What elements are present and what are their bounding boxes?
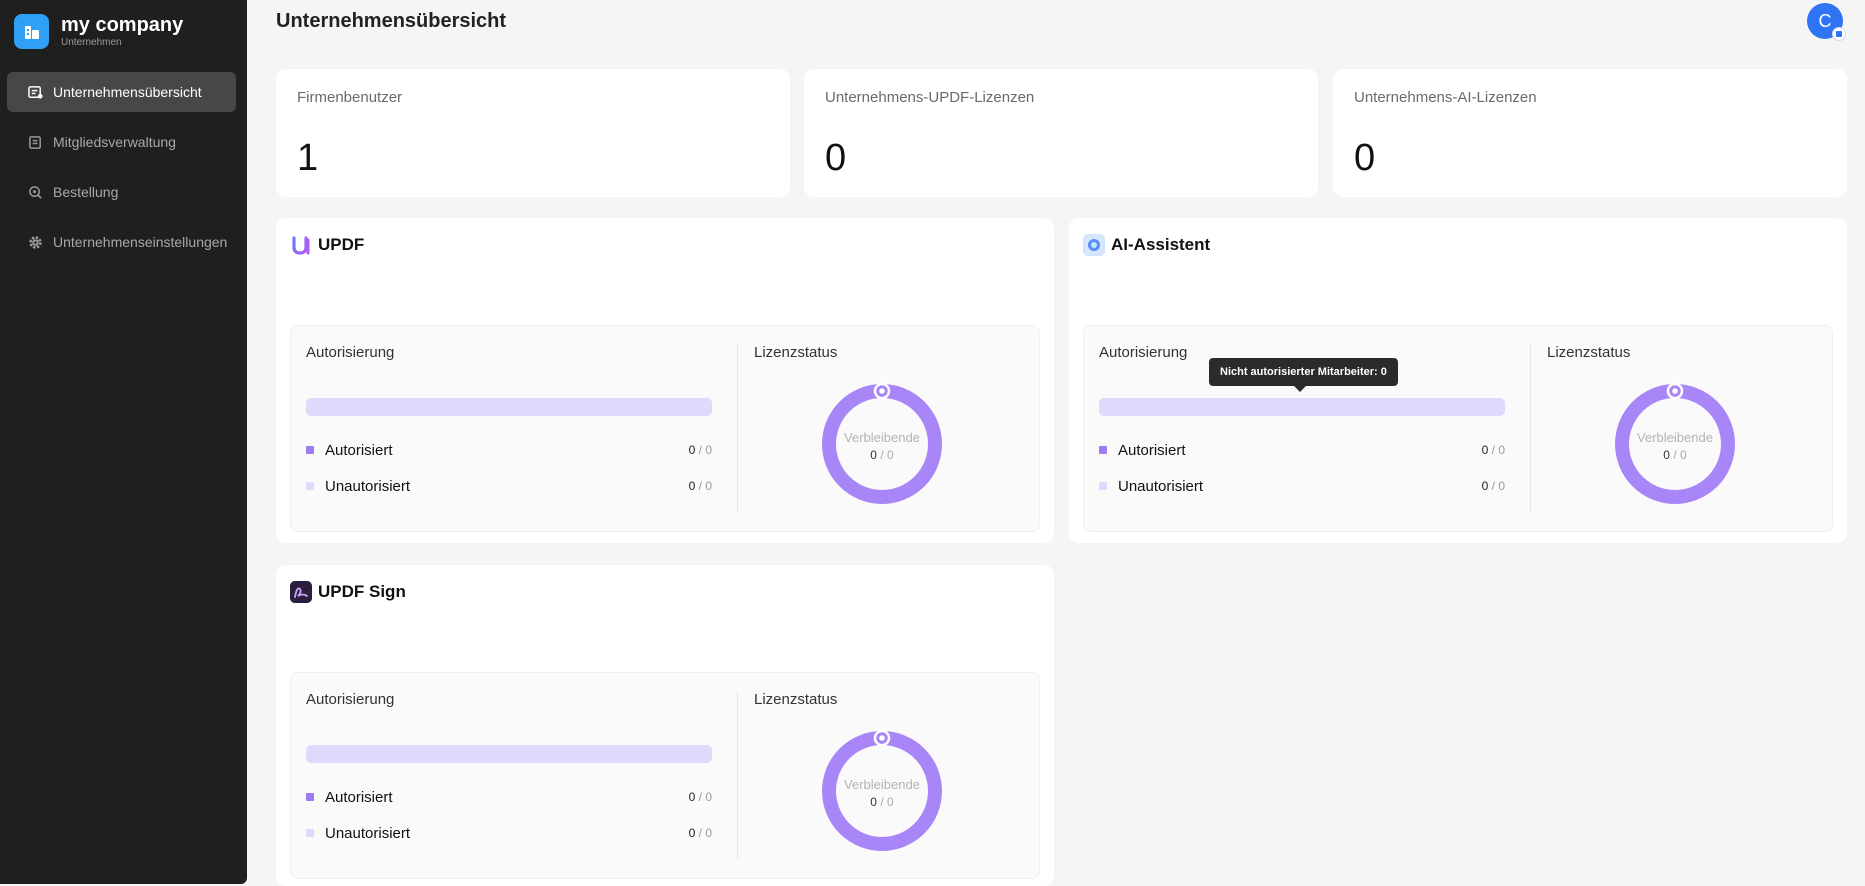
authorization-title: Autorisierung: [306, 344, 395, 361]
members-icon: [27, 134, 43, 150]
sidebar-item-overview[interactable]: Unternehmensübersicht: [7, 72, 236, 112]
sidebar-item-label: Mitgliedsverwaltung: [53, 134, 176, 150]
product-stats-panel: Autorisierung Autorisiert 0 / 0 Unautori…: [290, 672, 1040, 879]
authorization-title: Autorisierung: [1099, 344, 1188, 361]
authorization-bar[interactable]: [306, 398, 712, 416]
legend-count: 0 / 0: [1481, 479, 1505, 493]
license-donut[interactable]: Verbleibende 0 / 0: [819, 381, 945, 507]
authorized-dot: [306, 446, 314, 454]
legend-authorized: Autorisiert 0 / 0: [306, 440, 712, 460]
stat-label: Unternehmens-AI-Lizenzen: [1354, 89, 1537, 106]
legend-label: Unautorisiert: [1118, 477, 1204, 495]
license-status-title: Lizenzstatus: [754, 344, 838, 361]
product-stats-panel: Autorisierung Autorisiert 0 / 0 Unautori…: [290, 325, 1040, 532]
unauthorized-dot: [1099, 482, 1107, 490]
stat-value: 0: [1354, 137, 1376, 179]
product-stats-panel: Autorisierung Autorisiert 0 / 0 Unautori…: [1083, 325, 1833, 532]
legend-unauthorized: Unautorisiert 0 / 0: [1099, 476, 1505, 496]
legend-unauthorized: Unautorisiert 0 / 0: [306, 476, 712, 496]
legend-label: Autorisiert: [325, 788, 393, 806]
brand[interactable]: my company Unternehmen: [14, 14, 183, 49]
authorization-bar[interactable]: [1099, 398, 1505, 416]
stat-value: 1: [297, 137, 319, 179]
remaining-label: Verbleibende: [844, 777, 920, 792]
license-donut[interactable]: Verbleibende 0 / 0: [819, 728, 945, 854]
gear-icon: [27, 234, 43, 250]
sidebar: my company Unternehmen Unternehmensübers…: [0, 0, 247, 884]
legend-count: 0 / 0: [688, 826, 712, 840]
divider: [737, 344, 738, 512]
sidebar-item-label: Bestellung: [53, 184, 119, 200]
legend-authorized: Autorisiert 0 / 0: [1099, 440, 1505, 460]
legend-count: 0 / 0: [1481, 443, 1505, 457]
sidebar-item-settings[interactable]: Unternehmenseinstellungen: [7, 222, 236, 262]
product-card-ai-assistant: AI-Assistent Autorisierung Autorisiert 0…: [1069, 218, 1847, 543]
stat-card-ai-licenses: Unternehmens-AI-Lizenzen 0: [1333, 69, 1847, 197]
tooltip-arrow: [1294, 386, 1306, 392]
updf-sign-icon: [290, 581, 312, 603]
legend-count: 0 / 0: [688, 443, 712, 457]
legend-label: Unautorisiert: [325, 477, 411, 495]
remaining-label: Verbleibende: [1637, 430, 1713, 445]
legend-count: 0 / 0: [688, 479, 712, 493]
updf-logo-icon: [290, 234, 312, 256]
stat-card-company-users: Firmenbenutzer 1: [276, 69, 790, 197]
remaining-count: 0 / 0: [870, 795, 894, 809]
stat-label: Unternehmens-UPDF-Lizenzen: [825, 89, 1035, 106]
company-logo-icon: [14, 14, 49, 49]
sidebar-item-members[interactable]: Mitgliedsverwaltung: [7, 122, 236, 162]
license-status-title: Lizenzstatus: [754, 691, 838, 708]
stat-label: Firmenbenutzer: [297, 89, 403, 106]
ai-assistant-icon: [1083, 234, 1105, 256]
legend-unauthorized: Unautorisiert 0 / 0: [306, 823, 712, 843]
page-title: Unternehmensübersicht: [276, 10, 507, 32]
sidebar-item-order[interactable]: Bestellung: [7, 172, 236, 212]
divider: [737, 691, 738, 859]
remaining-label: Verbleibende: [844, 430, 920, 445]
product-card-updf-sign: UPDF Sign Autorisierung Autorisiert 0 / …: [276, 565, 1054, 886]
authorized-dot: [1099, 446, 1107, 454]
authorization-bar[interactable]: [306, 745, 712, 763]
authorized-dot: [306, 793, 314, 801]
license-donut[interactable]: Verbleibende 0 / 0: [1612, 381, 1738, 507]
legend-label: Unautorisiert: [325, 824, 411, 842]
unauthorized-dot: [306, 829, 314, 837]
company-name: my company: [61, 14, 184, 36]
sidebar-nav: Unternehmensübersicht Mitgliedsverwaltun…: [7, 72, 236, 272]
product-card-updf: UPDF Autorisierung Autorisiert 0 / 0 Una…: [276, 218, 1054, 543]
divider: [1530, 344, 1531, 512]
remaining-count: 0 / 0: [1663, 448, 1687, 462]
legend-count: 0 / 0: [688, 790, 712, 804]
unauthorized-dot: [306, 482, 314, 490]
tooltip: Nicht autorisierter Mitarbeiter: 0: [1209, 358, 1398, 386]
product-title: UPDF: [318, 235, 365, 254]
product-title: UPDF Sign: [318, 582, 406, 601]
order-icon: [27, 184, 43, 200]
authorization-title: Autorisierung: [306, 691, 395, 708]
company-subtitle: Unternehmen: [61, 37, 122, 48]
legend-authorized: Autorisiert 0 / 0: [306, 787, 712, 807]
sidebar-item-label: Unternehmenseinstellungen: [53, 234, 228, 250]
company-badge-icon: [1832, 27, 1846, 41]
stat-value: 0: [825, 137, 847, 179]
legend-label: Autorisiert: [1118, 441, 1186, 459]
sidebar-item-label: Unternehmensübersicht: [53, 84, 202, 100]
remaining-count: 0 / 0: [870, 448, 894, 462]
product-title: AI-Assistent: [1111, 235, 1211, 254]
license-status-title: Lizenzstatus: [1547, 344, 1631, 361]
stat-card-updf-licenses: Unternehmens-UPDF-Lizenzen 0: [804, 69, 1318, 197]
overview-icon: [27, 84, 43, 100]
legend-label: Autorisiert: [325, 441, 393, 459]
